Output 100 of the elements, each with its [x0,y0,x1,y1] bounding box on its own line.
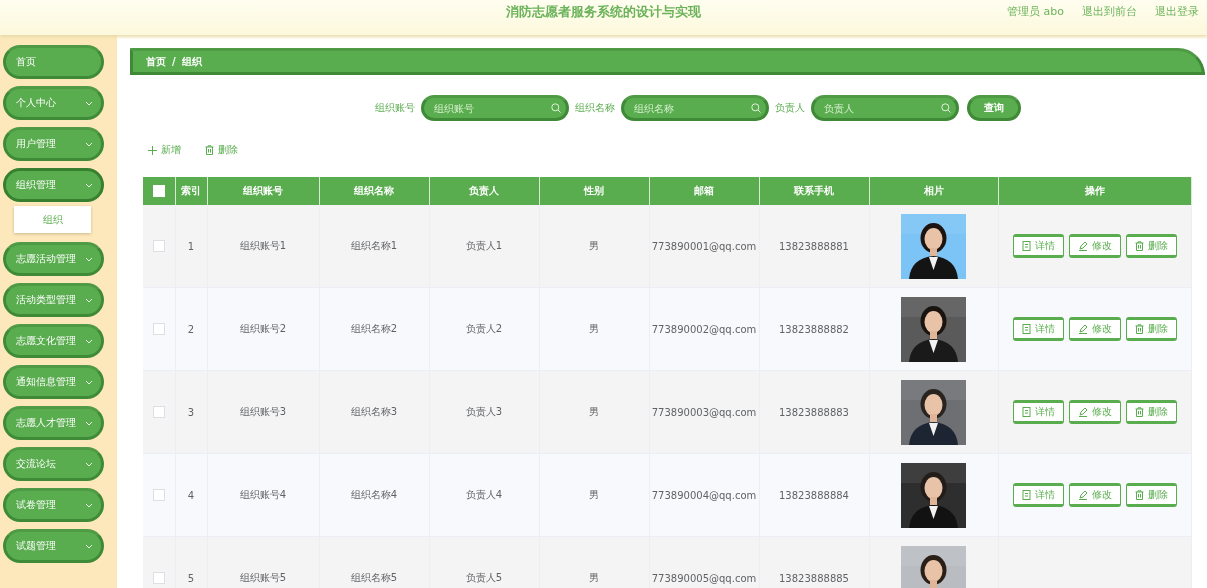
trash-icon [1134,407,1144,417]
column-header: 相片 [923,185,944,196]
sidebar-item[interactable]: 志愿活动管理 [3,242,104,276]
header-link[interactable]: 退出登录 [1155,4,1199,19]
column-header: 性别 [584,185,604,196]
breadcrumb-item[interactable]: 组织 [181,54,202,69]
pencil-icon [1077,490,1088,500]
sidebar-item[interactable]: 试卷管理 [3,488,104,522]
row-checkbox[interactable] [152,323,165,335]
table-cell: 组织账号1 [239,240,287,251]
sidebar-item[interactable]: 志愿文化管理 [3,324,104,358]
row-checkbox[interactable] [152,489,165,501]
table-cell: 男 [589,240,599,251]
chevron-down-icon [85,141,93,147]
column-header: 联系手机 [794,185,834,196]
details-button[interactable]: 详情 [1012,400,1064,424]
table-cell: 773890001@qq.com [651,240,757,252]
search-icon [750,103,761,113]
breadcrumb-separator: / [172,56,176,67]
table-cell: 1 [187,240,195,252]
sidebar-item[interactable]: 通知信息管理 [3,365,104,399]
column-header: 组织账号 [243,185,283,196]
search-field[interactable]: 组织名称 [620,95,769,121]
delete-button[interactable]: 删除 [1125,317,1177,341]
chevron-down-icon [85,256,93,262]
details-button[interactable]: 详情 [1012,317,1064,341]
plus-icon [148,145,157,155]
column-header: 负责人 [469,185,499,196]
document-icon [1021,490,1031,500]
edit-button[interactable]: 修改 [1068,317,1121,341]
chevron-down-icon [85,338,93,344]
chevron-down-icon [85,100,93,106]
delete-button[interactable]: 删除 [1125,483,1177,507]
header-link[interactable]: 退出到前台 [1082,4,1137,19]
sidebar-item[interactable]: 用户管理 [3,127,104,161]
details-button[interactable]: 详情 [1012,234,1064,258]
details-button[interactable]: 详情 [1012,483,1064,507]
table-cell: 负责人3 [465,406,503,417]
chevron-down-icon [85,461,93,467]
document-icon [1021,324,1031,334]
field-label: 负责人 [774,101,805,115]
delete-button[interactable]: 删除 [1125,400,1177,424]
pencil-icon [1077,241,1088,251]
table-cell: 负责人5 [465,572,503,583]
table-cell: 773890003@qq.com [651,406,757,418]
sidebar-item[interactable]: 志愿人才管理 [3,406,104,440]
document-icon [1021,407,1031,417]
table-cell: 13823888881 [779,240,849,252]
table-cell: 3 [187,406,195,418]
table-cell: 组织名称3 [350,406,398,417]
sidebar-item[interactable]: 交流论坛 [3,447,104,481]
chevron-down-icon [85,297,93,303]
field-label: 组织账号 [374,101,415,115]
trash-icon [1134,490,1144,500]
table-cell: 5 [187,572,195,584]
edit-button[interactable]: 修改 [1068,400,1121,424]
table-cell: 负责人4 [465,489,503,500]
delete-button[interactable]: 删除 [1125,234,1177,258]
sidebar-item[interactable]: 个人中心 [3,86,104,120]
chevron-down-icon [85,502,93,508]
search-button[interactable]: 查询 [966,95,1021,121]
search-field[interactable]: 负责人 [810,95,959,121]
select-all-checkbox[interactable] [152,185,165,197]
table-cell: 男 [589,572,599,583]
sidebar-item[interactable]: 活动类型管理 [3,283,104,317]
trash-icon [1134,324,1144,334]
breadcrumb-item[interactable]: 首页 [146,54,166,69]
edit-button[interactable]: 修改 [1068,234,1121,258]
table-cell: 13823888885 [779,572,849,584]
table-cell: 组织账号2 [239,323,287,334]
table-cell: 负责人1 [465,240,503,251]
edit-button[interactable]: 修改 [1068,483,1121,507]
search-icon [550,103,561,113]
row-checkbox[interactable] [152,406,165,418]
column-header: 邮箱 [694,185,714,196]
table-cell: 组织名称5 [350,572,398,583]
table-cell: 13823888884 [779,489,849,501]
table-cell: 773890005@qq.com [651,572,757,584]
submenu-item[interactable]: 组织 [42,212,63,227]
table-cell: 负责人2 [465,323,503,334]
document-icon [1021,241,1031,251]
header-link[interactable]: 管理员 abo [1007,4,1064,19]
search-field[interactable]: 组织账号 [420,95,569,121]
table-cell: 2 [187,323,195,335]
sidebar-item[interactable]: 试题管理 [3,529,104,563]
table-cell: 组织账号3 [239,406,287,417]
table-cell: 组织账号5 [239,572,287,583]
pencil-icon [1077,324,1088,334]
sidebar-item[interactable]: 组织管理 [3,168,104,202]
sidebar-item[interactable]: 首页 [3,45,104,79]
table-cell: 4 [187,489,195,501]
column-header: 索引 [181,185,201,196]
table-cell: 组织账号4 [239,489,287,500]
trash-icon [205,145,214,155]
row-checkbox[interactable] [152,572,165,584]
table-cell: 组织名称4 [350,489,398,500]
chevron-down-icon [85,182,93,188]
table-cell: 男 [589,489,599,500]
app-title: 消防志愿者服务系统的设计与实现 [506,4,701,19]
row-checkbox[interactable] [152,240,165,252]
